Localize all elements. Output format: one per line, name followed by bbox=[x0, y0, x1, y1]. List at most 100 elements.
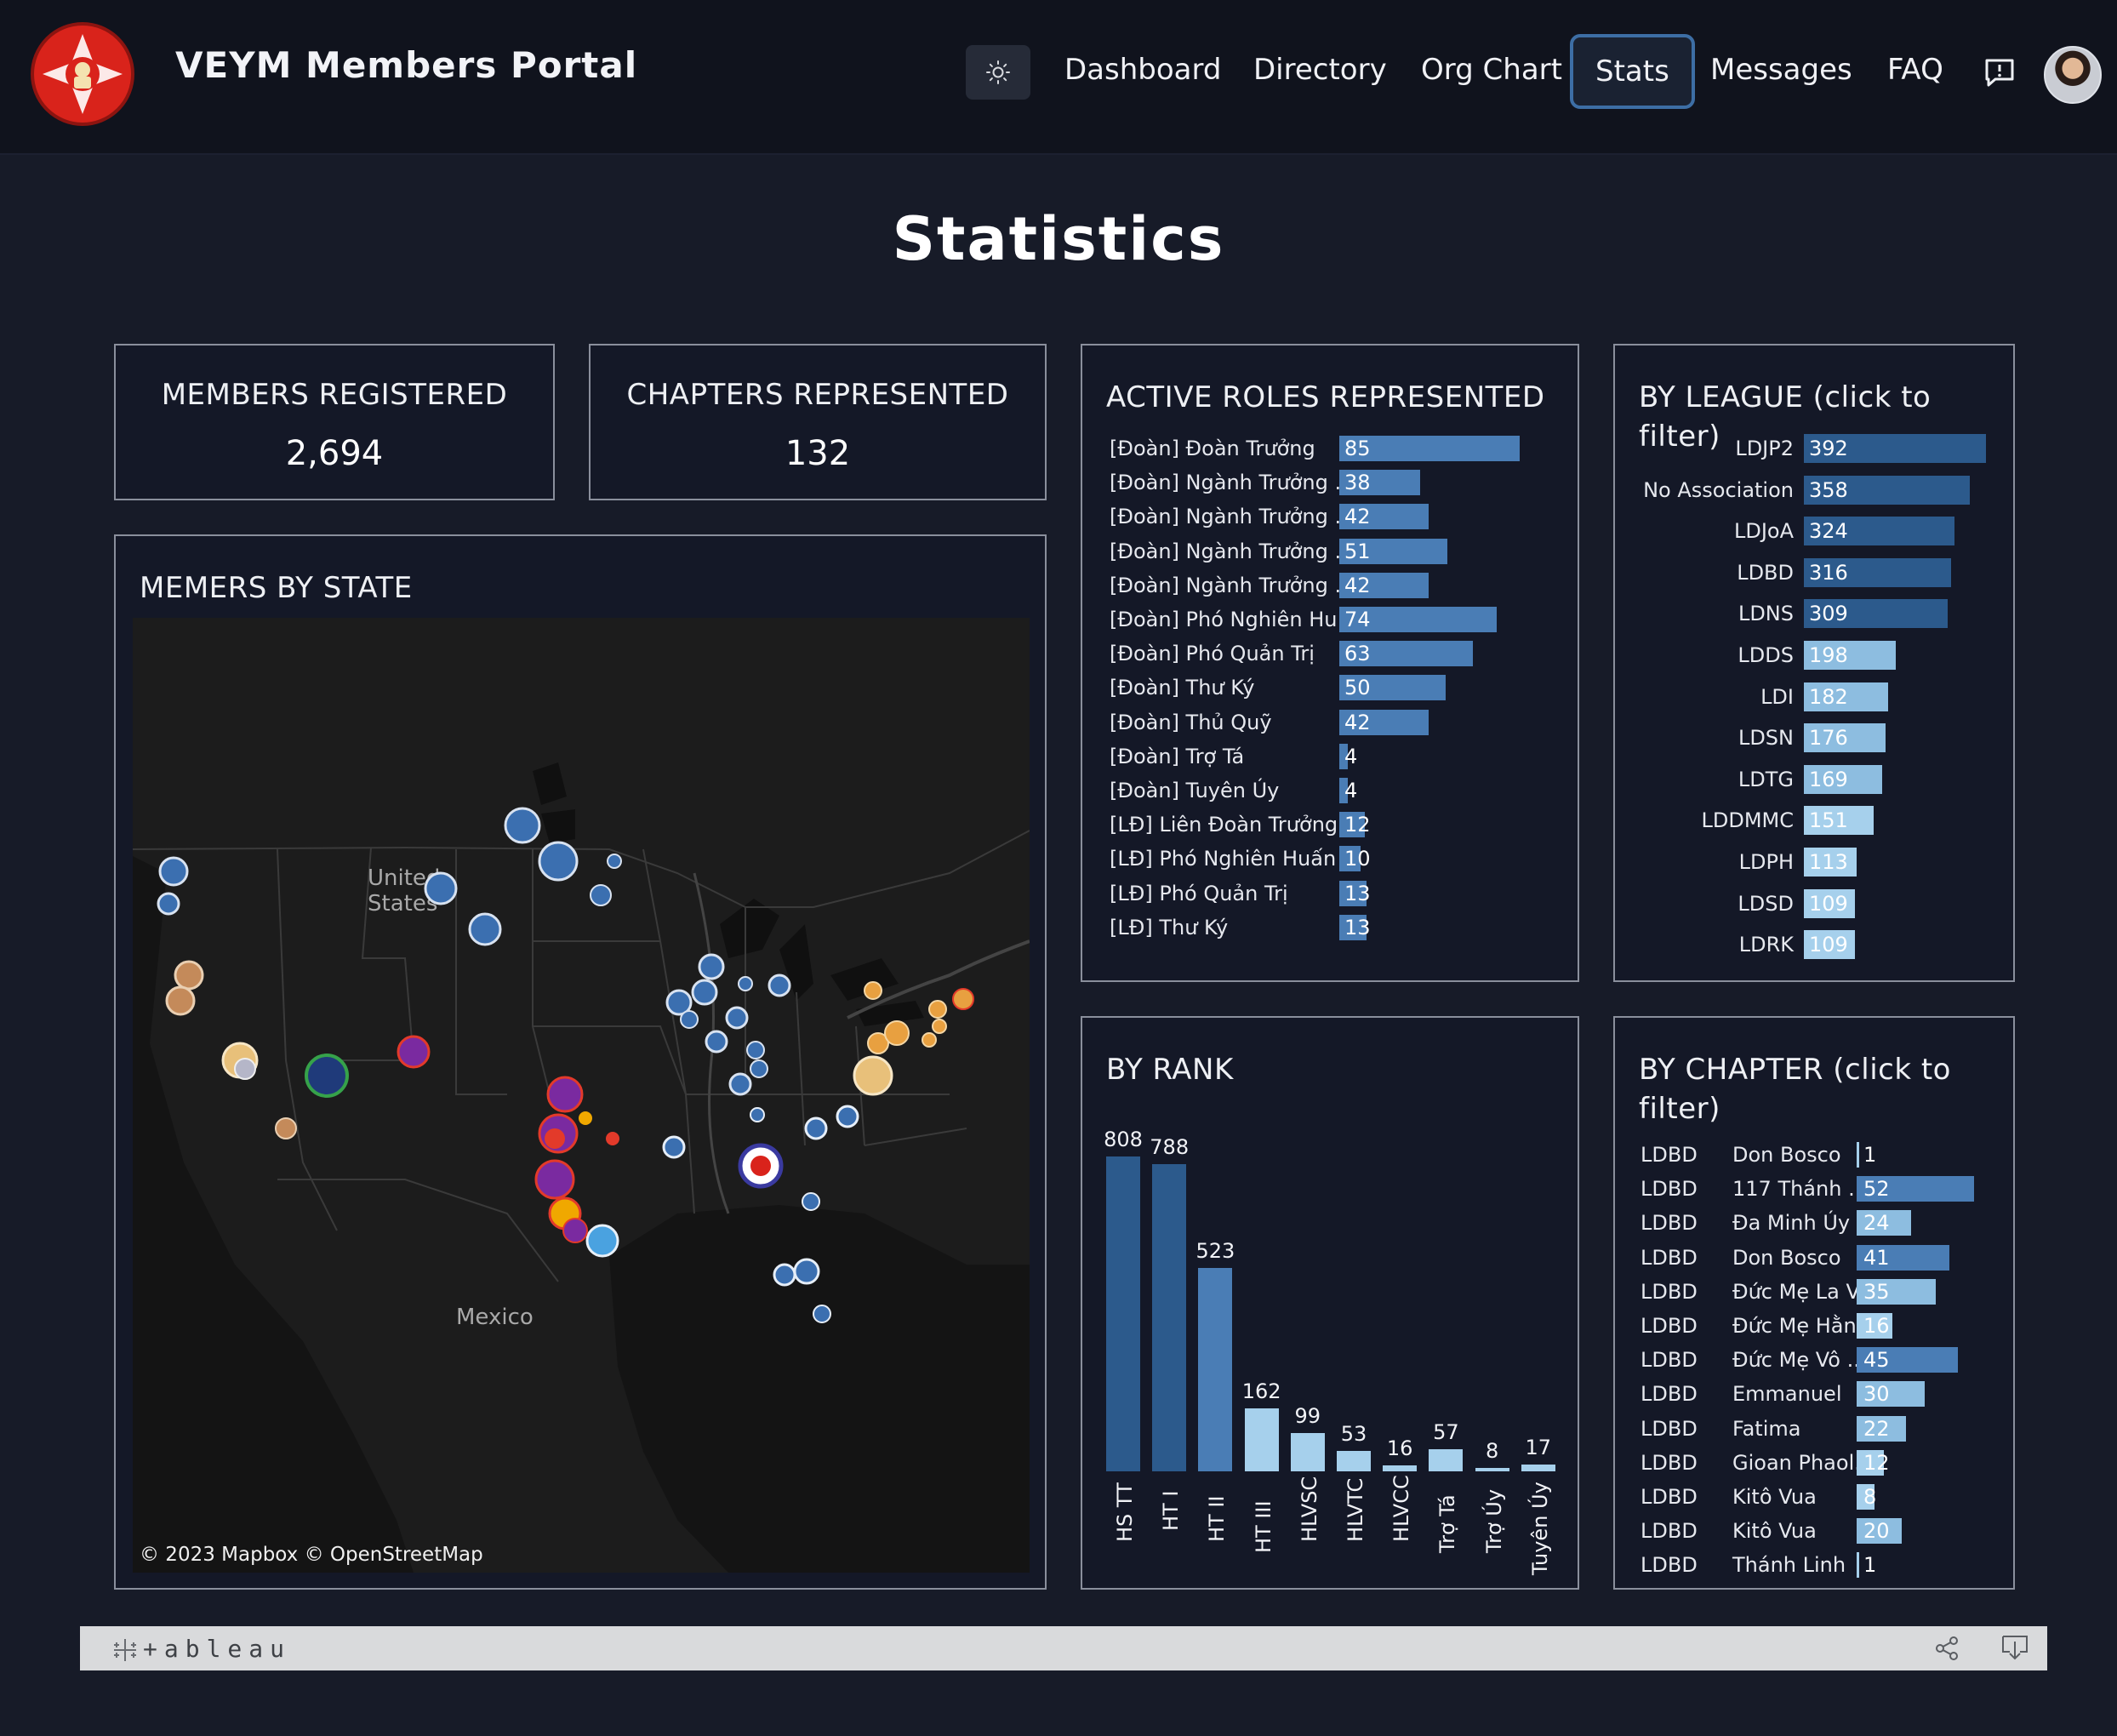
league-row[interactable]: LDBD 316 bbox=[1615, 557, 2015, 587]
chapter-row[interactable]: LDBD Đức Mẹ La V.. 35 bbox=[1615, 1278, 2015, 1305]
nav-org-chart[interactable]: Org Chart bbox=[1421, 53, 1562, 87]
chapter-row[interactable]: LDBD Đức Mẹ Vô .. 45 bbox=[1615, 1347, 2015, 1373]
kpi-chapters-label: CHAPTERS REPRESENTED bbox=[626, 378, 1009, 412]
rank-bar[interactable] bbox=[1383, 1465, 1418, 1471]
rank-bar[interactable] bbox=[1244, 1408, 1279, 1471]
league-row[interactable]: LDSN 176 bbox=[1615, 723, 2015, 753]
nav-stats[interactable]: Stats bbox=[1570, 34, 1695, 109]
league-label: LDDS bbox=[1738, 643, 1794, 667]
league-value: 176 bbox=[1809, 726, 1848, 751]
league-row[interactable]: LDRK 109 bbox=[1615, 930, 2015, 960]
chapter-row[interactable]: LDBD Gioan Phaol.. 12 bbox=[1615, 1449, 2015, 1476]
chapter-row[interactable]: LDBD 117 Thánh .. 52 bbox=[1615, 1176, 2015, 1202]
share-button[interactable] bbox=[1933, 1635, 1960, 1665]
nav-messages[interactable]: Messages bbox=[1710, 53, 1852, 87]
rank-bar[interactable] bbox=[1290, 1432, 1325, 1471]
rank-bar[interactable] bbox=[1475, 1468, 1509, 1471]
rank-bar[interactable] bbox=[1521, 1465, 1555, 1471]
chapter-row[interactable]: LDBD Emmanuel 30 bbox=[1615, 1381, 2015, 1408]
role-row[interactable]: [Đoàn] Ngành Trưởng .. 51 bbox=[1082, 538, 1576, 564]
rank-category-label: HT II bbox=[1205, 1495, 1230, 1543]
nav-dashboard[interactable]: Dashboard bbox=[1064, 53, 1221, 87]
tableau-toolbar: +ableau bbox=[80, 1626, 2047, 1670]
chapter-row[interactable]: LDBD Kitô Vua 8 bbox=[1615, 1484, 2015, 1510]
map-credit[interactable]: © 2023 Mapbox © OpenStreetMap bbox=[140, 1544, 483, 1566]
rank-value: 57 bbox=[1433, 1419, 1459, 1444]
chapter-bar[interactable] bbox=[1857, 1142, 1859, 1168]
theme-toggle-button[interactable] bbox=[966, 45, 1030, 100]
role-label: [LĐ] Thư Ký bbox=[1110, 915, 1229, 939]
chapter-name: Kitô Vua bbox=[1732, 1519, 1817, 1544]
rank-category-label: Trợ Tá bbox=[1435, 1494, 1460, 1553]
role-row[interactable]: [Đoàn] Thủ Quỹ 42 bbox=[1082, 709, 1576, 735]
league-row[interactable]: LDNS 309 bbox=[1615, 599, 2015, 629]
brand-title[interactable]: VEYM Members Portal bbox=[175, 44, 637, 86]
rank-bar[interactable] bbox=[1152, 1164, 1187, 1471]
chapter-panel: BY CHAPTER (click to filter) LDBD Don Bos… bbox=[1613, 1016, 2015, 1590]
rank-bar[interactable] bbox=[1106, 1156, 1140, 1471]
rank-bar[interactable] bbox=[1337, 1450, 1371, 1471]
chapter-row[interactable]: LDBD Fatima 22 bbox=[1615, 1415, 2015, 1442]
league-label: LDSN bbox=[1738, 726, 1794, 751]
chapter-value: 45 bbox=[1863, 1348, 1890, 1373]
league-panel: BY LEAGUE (click to filter) LDJP2 392 No A… bbox=[1613, 344, 2015, 982]
member-map[interactable]: United States Mexico © 2023 Mapbox © Ope… bbox=[133, 618, 1030, 1573]
nav-faq[interactable]: FAQ bbox=[1887, 53, 1943, 87]
role-row[interactable]: [Đoàn] Ngành Trưởng .. 42 bbox=[1082, 572, 1576, 598]
role-row[interactable]: [Đoàn] Đoàn Trưởng 85 bbox=[1082, 436, 1576, 461]
rank-value: 808 bbox=[1104, 1128, 1143, 1151]
role-value: 10 bbox=[1344, 847, 1371, 871]
league-value: 392 bbox=[1809, 437, 1848, 460]
avatar[interactable] bbox=[2044, 46, 2102, 104]
league-value: 109 bbox=[1809, 933, 1848, 957]
role-value: 12 bbox=[1344, 813, 1371, 837]
role-row[interactable]: [Đoàn] Ngành Trưởng .. 42 bbox=[1082, 504, 1576, 530]
role-row[interactable]: [LĐ] Phó Quản Trị 13 bbox=[1082, 880, 1576, 906]
role-row[interactable]: [LĐ] Liên Đoàn Trưởng 12 bbox=[1082, 812, 1576, 838]
rank-value: 53 bbox=[1340, 1421, 1367, 1446]
chapter-row[interactable]: LDBD Thánh Linh 1 bbox=[1615, 1552, 2015, 1579]
league-label: LDRK bbox=[1738, 933, 1794, 957]
role-row[interactable]: [Đoàn] Phó Nghiên Hu.. 74 bbox=[1082, 607, 1576, 632]
download-button[interactable] bbox=[2000, 1633, 2030, 1665]
league-row[interactable]: LDSD 109 bbox=[1615, 888, 2015, 918]
feedback-button[interactable] bbox=[1983, 56, 2017, 90]
league-row[interactable]: LDPH 113 bbox=[1615, 848, 2015, 877]
league-row[interactable]: LDJP2 392 bbox=[1615, 434, 2015, 463]
role-row[interactable]: [LĐ] Phó Nghiên Huấn 10 bbox=[1082, 846, 1576, 872]
role-row[interactable]: [LĐ] Thư Ký 13 bbox=[1082, 914, 1576, 940]
chapter-bar[interactable] bbox=[1857, 1552, 1859, 1579]
role-value: 42 bbox=[1344, 505, 1371, 529]
nav-directory[interactable]: Directory bbox=[1253, 53, 1387, 87]
league-row[interactable]: LDI 182 bbox=[1615, 682, 2015, 711]
league-row[interactable]: No Association 358 bbox=[1615, 475, 2015, 505]
league-row[interactable]: LDDMMC 151 bbox=[1615, 806, 2015, 836]
league-row[interactable]: LDTG 169 bbox=[1615, 764, 2015, 794]
role-row[interactable]: [Đoàn] Tuyên Úy 4 bbox=[1082, 778, 1576, 803]
role-value: 13 bbox=[1344, 915, 1371, 939]
league-value: 324 bbox=[1809, 519, 1848, 544]
chapter-value: 24 bbox=[1863, 1211, 1890, 1236]
role-row[interactable]: [Đoàn] Trợ Tá 4 bbox=[1082, 743, 1576, 769]
role-label: [Đoàn] Ngành Trưởng .. bbox=[1110, 471, 1348, 495]
league-row[interactable]: LDDS 198 bbox=[1615, 641, 2015, 670]
role-row[interactable]: [Đoàn] Ngành Trưởng .. 38 bbox=[1082, 470, 1576, 496]
kpi-chapters-value: 132 bbox=[785, 434, 851, 473]
role-row[interactable]: [Đoàn] Phó Quản Trị 63 bbox=[1082, 641, 1576, 667]
chapter-row[interactable]: LDBD Don Bosco 1 bbox=[1615, 1142, 2015, 1168]
chapter-name: Gioan Phaol.. bbox=[1732, 1450, 1868, 1475]
chapter-row[interactable]: LDBD Kitô Vua 20 bbox=[1615, 1518, 2015, 1545]
role-row[interactable]: [Đoàn] Thư Ký 50 bbox=[1082, 675, 1576, 701]
league-value: 169 bbox=[1809, 767, 1848, 791]
map-canvas[interactable]: United States Mexico bbox=[133, 618, 1030, 1573]
rank-bar[interactable] bbox=[1198, 1267, 1233, 1471]
league-row[interactable]: LDJoA 324 bbox=[1615, 517, 2015, 546]
chapter-league: LDBD bbox=[1641, 1314, 1698, 1338]
chapter-row[interactable]: LDBD Đa Minh Úy 24 bbox=[1615, 1210, 2015, 1236]
tableau-logo[interactable]: +ableau bbox=[111, 1635, 291, 1663]
logo[interactable] bbox=[31, 22, 134, 126]
role-value: 50 bbox=[1344, 676, 1371, 700]
chapter-row[interactable]: LDBD Đức Mẹ Hằn.. 16 bbox=[1615, 1313, 2015, 1339]
rank-bar[interactable] bbox=[1429, 1448, 1464, 1471]
chapter-row[interactable]: LDBD Don Bosco 41 bbox=[1615, 1244, 2015, 1271]
